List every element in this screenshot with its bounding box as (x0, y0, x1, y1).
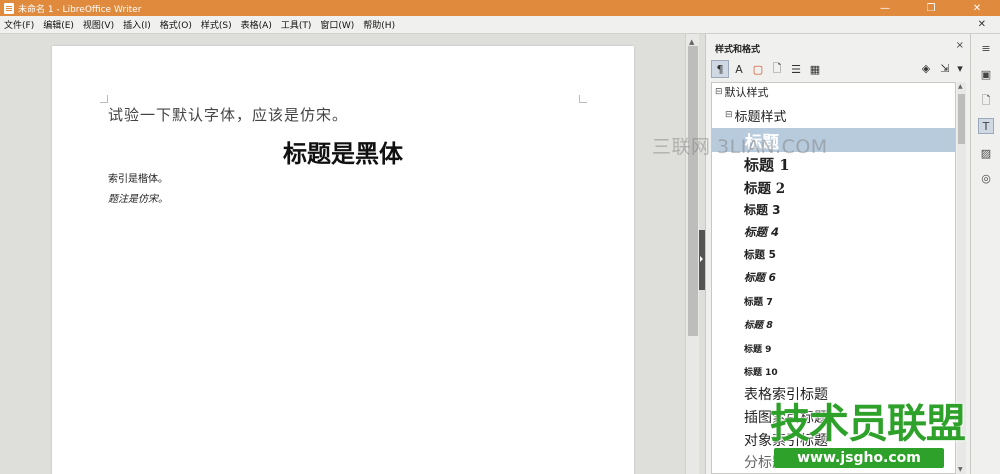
list-item[interactable]: 标题 5 (744, 247, 955, 262)
window-title: 未命名 1 - LibreOffice Writer (18, 4, 142, 15)
list-item[interactable]: ⊟ 标题样式 (725, 107, 955, 125)
styles-toolbar: ¶ A ▢ 🗋 ☰ ▦ ◈ ⇲ ▾ (711, 59, 966, 79)
paragraph-styles-icon[interactable]: ¶ (711, 60, 729, 78)
title-bar: 未命名 1 - LibreOffice Writer — ❐ ✕ (0, 0, 1000, 16)
menu-insert[interactable]: 插入(I) (123, 18, 151, 31)
close-button[interactable]: ✕ (954, 0, 1000, 16)
panel-close-icon[interactable]: × (956, 40, 964, 51)
styles-toolbar-right: ◈ ⇲ ▾ (917, 59, 966, 77)
styles-deck-icon[interactable]: 🗋 (978, 93, 994, 109)
paragraph-heading[interactable]: 标题是黑体 (52, 134, 634, 169)
sidebar-tab-bar: ≡ ▣ 🗋 T ▨ ◎ (970, 34, 1000, 474)
list-item[interactable]: 标题 3 (744, 201, 955, 217)
navigator-deck-icon[interactable]: ◎ (978, 170, 994, 186)
style-name: 标题 2 (744, 181, 786, 197)
list-item[interactable]: 标题 8 (744, 317, 955, 331)
restore-button[interactable]: ❐ (908, 0, 954, 16)
menu-tools[interactable]: 工具(T) (281, 18, 312, 31)
minimize-button[interactable]: — (862, 0, 908, 16)
scroll-down-arrow-icon[interactable]: ▼ (958, 466, 963, 473)
table-styles-icon[interactable]: ▦ (806, 60, 824, 78)
document-area: 试验一下默认字体，应该是仿宋。 标题是黑体 索引是楷体。 题注是仿宋。 (0, 34, 685, 474)
menu-view[interactable]: 视图(V) (83, 18, 114, 31)
list-item[interactable]: ⊟ 默认样式 (715, 85, 955, 99)
paragraph-default-style[interactable]: 试验一下默认字体，应该是仿宋。 (108, 104, 348, 125)
scroll-up-arrow-icon[interactable]: ▲ (958, 83, 963, 90)
style-name: 标题 5 (744, 249, 776, 261)
document-page[interactable]: 试验一下默认字体，应该是仿宋。 标题是黑体 索引是楷体。 题注是仿宋。 (52, 46, 634, 474)
scroll-up-arrow-icon[interactable]: ▲ (689, 38, 694, 46)
list-item[interactable]: 标题 9 (744, 341, 955, 355)
menu-window[interactable]: 窗口(W) (320, 18, 354, 31)
menu-file[interactable]: 文件(F) (4, 18, 34, 31)
styles-formatting-deck-icon[interactable]: T (978, 118, 994, 134)
menu-bar: 文件(F) 编辑(E) 视图(V) 插入(I) 格式(O) 样式(S) 表格(A… (0, 16, 1000, 34)
style-name: 标题 9 (744, 344, 772, 355)
style-name: 标题 8 (744, 320, 773, 331)
scrollbar-thumb[interactable] (688, 46, 698, 336)
list-item[interactable]: 标题 7 (744, 294, 955, 308)
fill-format-mode-icon[interactable]: ◈ (917, 59, 935, 77)
style-name: 标题样式 (734, 109, 787, 125)
menu-format[interactable]: 格式(O) (160, 18, 192, 31)
collapse-icon[interactable]: ⊟ (715, 87, 723, 97)
frame-styles-icon[interactable]: ▢ (749, 60, 767, 78)
paragraph-index[interactable]: 索引是楷体。 (108, 170, 168, 185)
collapse-icon[interactable]: ⊟ (725, 110, 733, 120)
style-name: 默认样式 (724, 86, 769, 99)
menu-table[interactable]: 表格(A) (241, 18, 272, 31)
watermark-site-text: 三联网 3LIAN.COM (652, 136, 828, 158)
text-boundary-corner (100, 95, 108, 103)
style-name: 标题 3 (744, 202, 781, 217)
close-document-icon[interactable]: ✕ (978, 19, 986, 30)
document-vertical-scrollbar[interactable]: ▲ (685, 34, 699, 474)
list-item[interactable]: 标题 10 (744, 364, 955, 378)
list-item[interactable]: 标题 6 (744, 270, 955, 285)
style-name: 标题 10 (744, 367, 778, 378)
page-styles-icon[interactable]: 🗋 (768, 60, 786, 78)
list-item[interactable]: 标题 2 (744, 178, 955, 197)
window-controls: — ❐ ✕ (862, 0, 1000, 16)
new-style-from-selection-icon[interactable]: ⇲ (936, 59, 954, 77)
scrollbar-thumb[interactable] (958, 94, 965, 144)
styles-actions-menu-icon[interactable]: ▾ (955, 59, 965, 77)
page-deck-icon[interactable]: ▣ (978, 66, 994, 82)
list-item[interactable]: 标题 4 (744, 224, 955, 240)
style-name: 标题 4 (744, 225, 780, 239)
list-styles-icon[interactable]: ☰ (787, 60, 805, 78)
panel-title: 样式和格式 (715, 45, 761, 55)
text-boundary-corner (579, 95, 587, 103)
paragraph-caption[interactable]: 题注是仿宋。 (108, 190, 168, 205)
watermark-url: www.jsgho.com (774, 448, 944, 468)
menu-help[interactable]: 帮助(H) (363, 18, 395, 31)
style-name: 标题 6 (744, 272, 776, 284)
menu-styles[interactable]: 样式(S) (201, 18, 232, 31)
properties-deck-icon[interactable]: ≡ (978, 40, 994, 56)
writer-app-icon (4, 2, 14, 14)
watermark-logo: 技术员联盟 (770, 401, 966, 447)
character-styles-icon[interactable]: A (730, 60, 748, 78)
gallery-deck-icon[interactable]: ▨ (978, 145, 994, 161)
menu-edit[interactable]: 编辑(E) (43, 18, 74, 31)
style-name: 标题 7 (744, 297, 773, 308)
